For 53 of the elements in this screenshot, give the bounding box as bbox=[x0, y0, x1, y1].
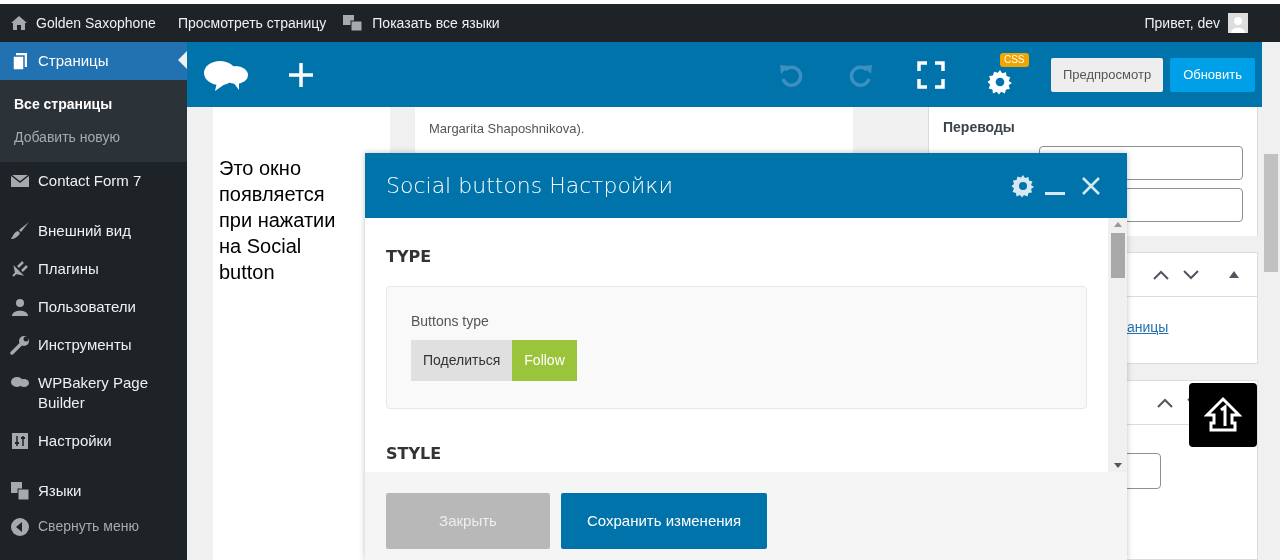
add-icon[interactable] bbox=[287, 60, 315, 89]
section-heading: TYPE bbox=[386, 246, 433, 268]
sliders-icon bbox=[10, 431, 30, 451]
translate-icon bbox=[10, 481, 30, 501]
scroll-down-icon[interactable] bbox=[1113, 463, 1122, 468]
site-link[interactable]: Golden Saxophone bbox=[36, 12, 156, 34]
brush-icon bbox=[10, 221, 30, 241]
triangle-up-icon[interactable] bbox=[1229, 271, 1239, 278]
scroll-thumb[interactable] bbox=[1110, 233, 1125, 278]
sidebar-item[interactable]: Инструменты bbox=[0, 326, 187, 364]
gear-icon[interactable] bbox=[1011, 173, 1035, 198]
sidebar-item[interactable]: Настройки bbox=[0, 422, 187, 460]
chevron-up-icon[interactable] bbox=[1157, 397, 1173, 408]
sidebar-item[interactable]: Внешний вид bbox=[0, 212, 187, 250]
house-arrow-icon bbox=[1204, 396, 1242, 434]
preview-button[interactable]: Предпросмотр bbox=[1050, 57, 1164, 92]
minimize-icon[interactable] bbox=[1045, 191, 1065, 196]
annotation-text: Это окно появляется при нажатии на Social button bbox=[219, 156, 337, 285]
submenu-item[interactable]: Все страницы bbox=[0, 88, 187, 121]
sidebar-item[interactable]: Языки bbox=[0, 472, 187, 510]
chevron-down-icon[interactable] bbox=[1183, 269, 1199, 280]
dialog-title: Social buttons Настройки bbox=[386, 172, 673, 200]
view-page-link[interactable]: Просмотреть страницу bbox=[177, 12, 327, 34]
field-label: Buttons type bbox=[411, 312, 490, 331]
user-icon bbox=[10, 297, 30, 317]
save-button[interactable]: Сохранить изменения bbox=[561, 493, 768, 549]
panel-heading: Переводы bbox=[943, 118, 1016, 137]
close-icon[interactable] bbox=[1081, 175, 1101, 196]
collapse-link[interactable]: Свернуть меню bbox=[38, 516, 139, 537]
pointer-icon bbox=[178, 51, 187, 69]
gear-icon[interactable] bbox=[986, 68, 1013, 95]
collapse-icon[interactable] bbox=[10, 516, 30, 537]
languages-link[interactable]: Показать все языки bbox=[372, 12, 500, 34]
sidebar-item[interactable]: WPBakery Page Builder bbox=[0, 364, 187, 422]
section-heading: STYLE bbox=[386, 443, 443, 465]
css-badge: CSS bbox=[999, 52, 1029, 67]
plug-icon bbox=[10, 259, 30, 279]
sidebar-item[interactable]: Страницы bbox=[0, 42, 187, 80]
wrench-icon bbox=[10, 335, 30, 355]
option-toggle[interactable]: Поделиться bbox=[411, 340, 513, 381]
sidebar-item[interactable]: Пользователи bbox=[0, 288, 187, 326]
fullscreen-icon[interactable] bbox=[916, 60, 945, 89]
translate-icon[interactable] bbox=[342, 14, 365, 32]
scroll-top-button[interactable] bbox=[1189, 383, 1257, 447]
sidebar-item[interactable]: Contact Form 7 bbox=[0, 162, 187, 200]
home-icon[interactable] bbox=[10, 15, 28, 31]
chevron-up-icon[interactable] bbox=[1153, 269, 1169, 280]
pages-icon bbox=[10, 51, 30, 71]
greeting-link[interactable]: Привет, dev bbox=[1144, 12, 1220, 34]
content-text: Margarita Shaposhnikova). bbox=[429, 120, 586, 138]
sidebar-item[interactable]: Плагины bbox=[0, 250, 187, 288]
page-link[interactable]: аницы bbox=[1127, 319, 1169, 335]
submenu-item[interactable]: Добавить новую bbox=[0, 121, 187, 154]
